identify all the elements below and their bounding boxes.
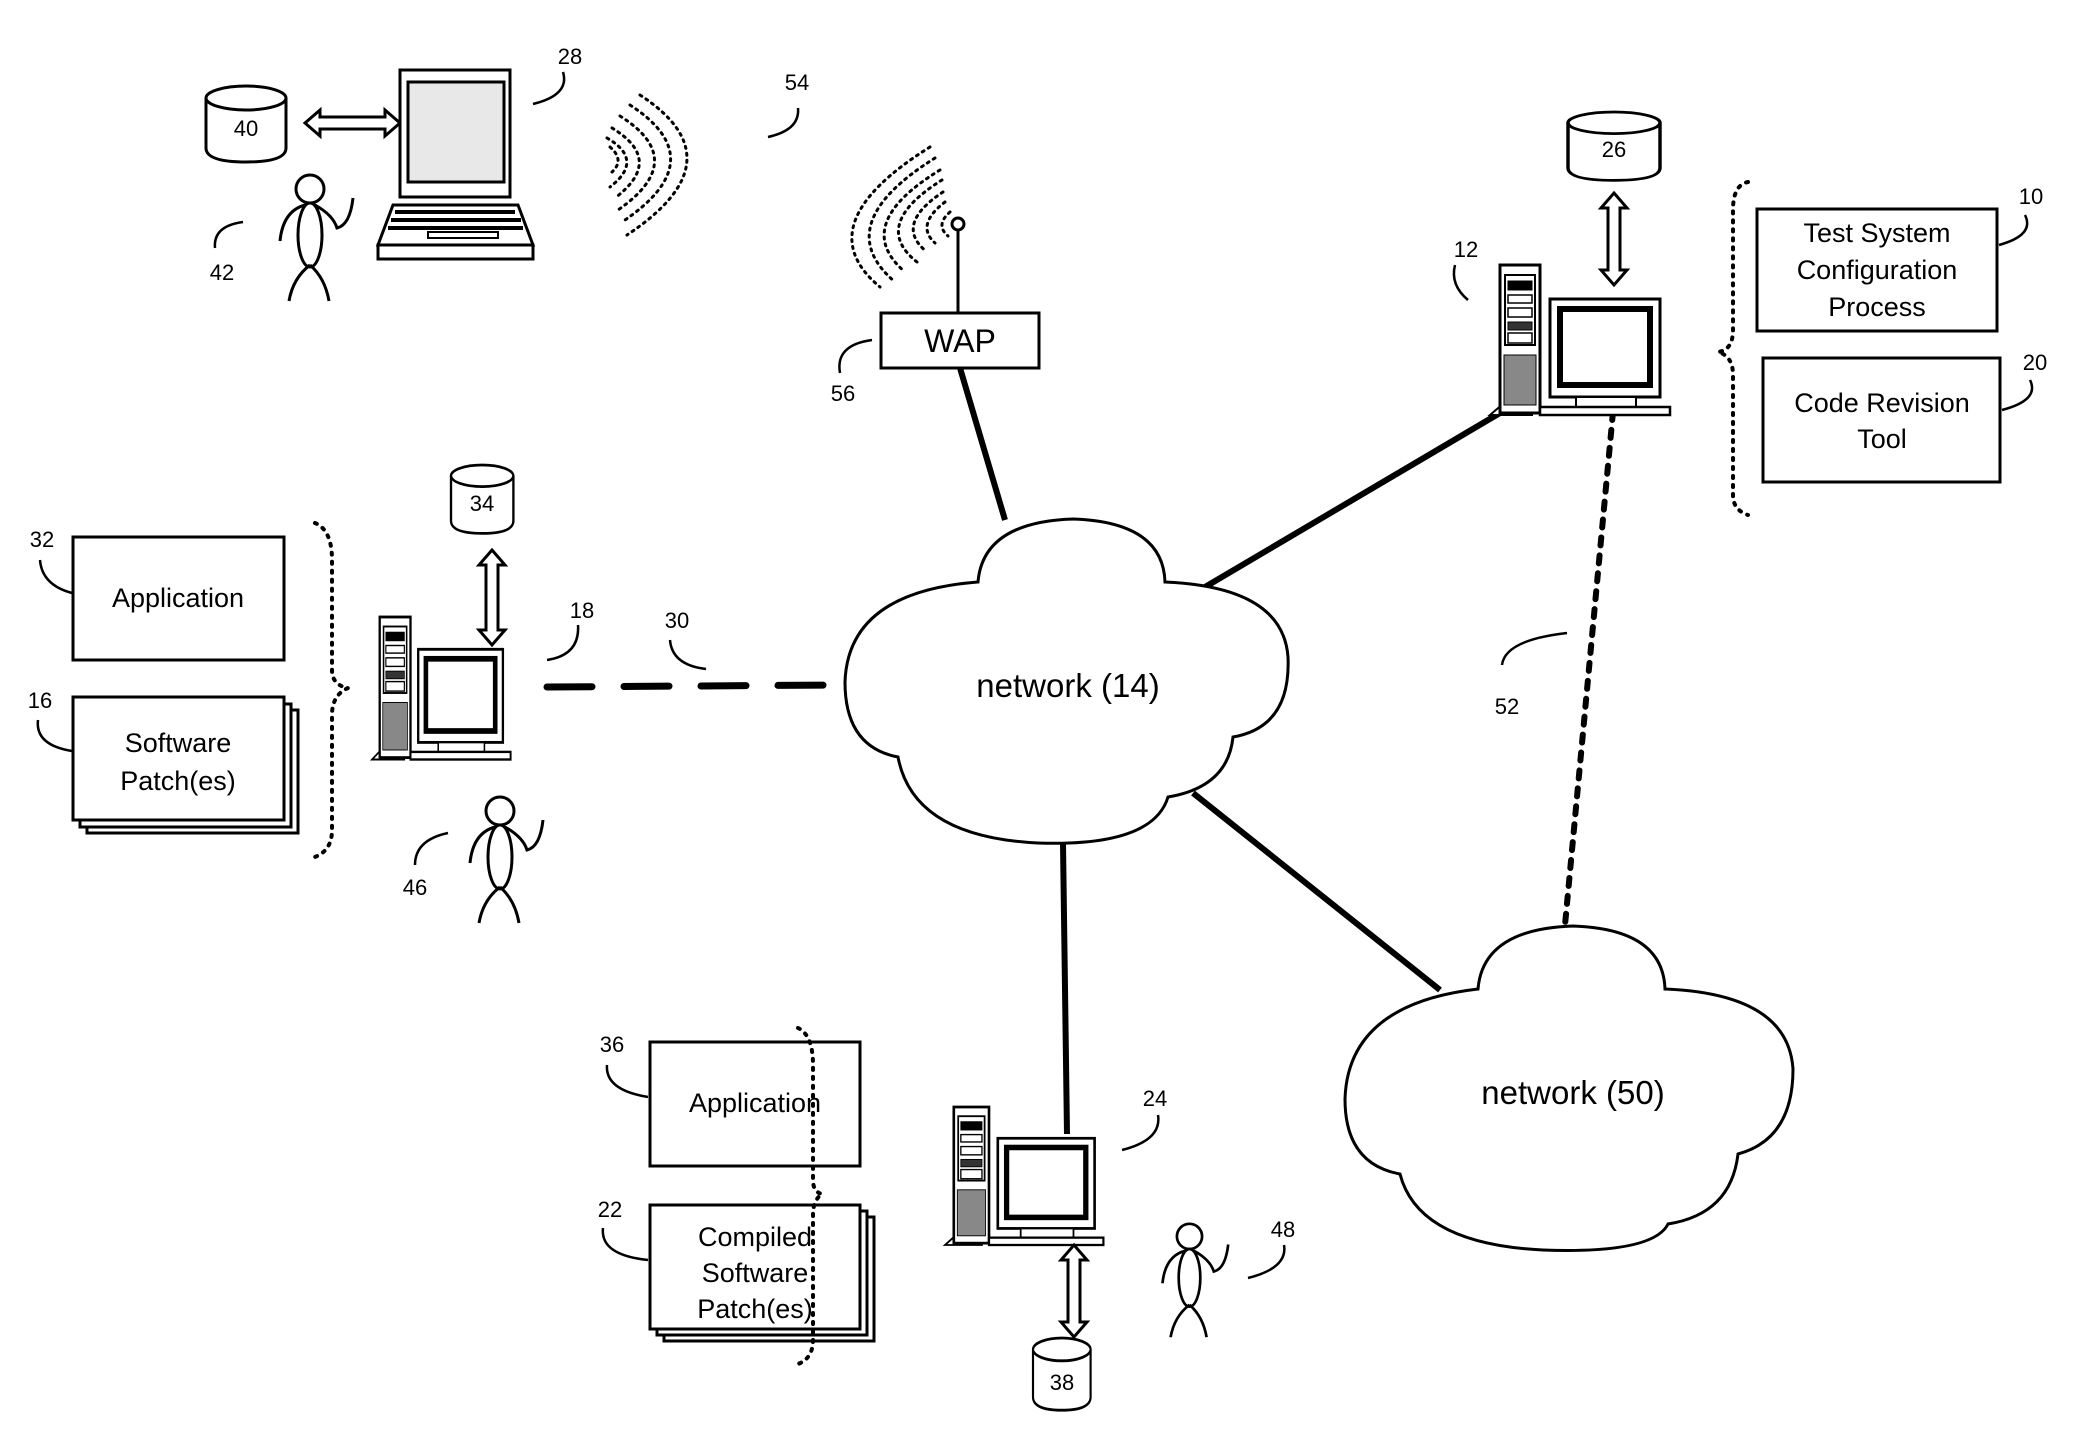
- double-arrow-icon: [1057, 1242, 1091, 1340]
- double-arrow-icon: [475, 547, 509, 648]
- network-50-cloud[interactable]: network (50): [1343, 924, 1795, 1252]
- leader-42: [213, 220, 244, 249]
- network-14-label: network (14): [976, 667, 1159, 704]
- brace-left: [310, 521, 355, 860]
- box-22-line-1: Compiled: [698, 1222, 812, 1252]
- box-16-line-2: Patch(es): [120, 766, 236, 796]
- ref-30: 30: [665, 608, 689, 633]
- leader-56: [838, 338, 873, 374]
- link-server12-network50-dotted: [1562, 409, 1616, 928]
- leader-18: [546, 624, 580, 662]
- leader-22: [601, 1227, 649, 1262]
- ref-10: 10: [2019, 184, 2043, 209]
- box-16-line-1: Software: [125, 728, 232, 758]
- ref-18: 18: [570, 598, 594, 623]
- user-48: [1161, 1222, 1230, 1339]
- leader-48: [1247, 1244, 1286, 1280]
- leader-54: [767, 107, 800, 139]
- link-server12-network14: [1203, 407, 1507, 590]
- ref-42: 42: [210, 260, 234, 285]
- ref-52: 52: [1495, 694, 1519, 719]
- ref-16: 16: [28, 688, 52, 713]
- box-22-line-3: Patch(es): [697, 1294, 813, 1324]
- network-diagram: network (14) network (50) 40 28 42 54 WA…: [28, 44, 2047, 1412]
- leader-32: [38, 559, 73, 595]
- link-network14-computer24: [1060, 842, 1070, 1135]
- database-34: 34: [449, 463, 515, 535]
- laptop-28[interactable]: [375, 68, 536, 261]
- wap-label: WAP: [924, 323, 996, 359]
- ref-54: 54: [785, 70, 809, 95]
- link-wap-network14: [957, 367, 1008, 521]
- leader-16: [36, 719, 73, 753]
- ref-24: 24: [1143, 1086, 1167, 1111]
- ref-32: 32: [30, 527, 54, 552]
- wap-56[interactable]: WAP: [850, 145, 1041, 370]
- network-14-cloud[interactable]: network (14): [843, 517, 1290, 845]
- computer-24[interactable]: [945, 1107, 1103, 1245]
- double-arrow-icon: [302, 106, 403, 140]
- database-38-label: 38: [1050, 1370, 1074, 1395]
- leader-10: [1998, 214, 2029, 247]
- ref-12: 12: [1454, 237, 1478, 262]
- box-code-revision-tool[interactable]: Code Revision Tool: [1761, 356, 2002, 484]
- box-application-32[interactable]: Application: [71, 535, 286, 662]
- box-20-line-2: Tool: [1857, 424, 1907, 454]
- database-38: 38: [1031, 1336, 1093, 1412]
- box-20-line-1: Code Revision: [1794, 388, 1970, 418]
- box-32-label: Application: [112, 583, 244, 613]
- ref-56: 56: [831, 381, 855, 406]
- network-50-label: network (50): [1481, 1074, 1664, 1111]
- box-software-patch-16[interactable]: Software Patch(es): [71, 695, 300, 835]
- box-compiled-software-patch-22[interactable]: Compiled Software Patch(es): [648, 1203, 876, 1343]
- ref-20: 20: [2023, 350, 2047, 375]
- box-application-36[interactable]: Application: [648, 1040, 862, 1168]
- leader-20: [2001, 379, 2034, 412]
- ref-46: 46: [403, 875, 427, 900]
- database-34-label: 34: [470, 491, 494, 516]
- user-42: [278, 173, 355, 303]
- box-10-line-3: Process: [1828, 292, 1926, 322]
- leader-30: [668, 639, 707, 671]
- leader-46: [413, 831, 449, 866]
- ref-36: 36: [600, 1032, 624, 1057]
- box-10-line-1: Test System: [1803, 218, 1950, 248]
- ref-22: 22: [598, 1197, 622, 1222]
- leader-12: [1452, 264, 1469, 301]
- database-26-label: 26: [1602, 137, 1626, 162]
- leader-52: [1500, 631, 1568, 666]
- double-arrow-icon: [1597, 190, 1631, 288]
- link-computer18-network14-dashed: [543, 681, 846, 691]
- database-40: 40: [204, 84, 288, 164]
- server-12[interactable]: [1490, 265, 1670, 415]
- box-36-label: Application: [689, 1088, 821, 1118]
- ref-48: 48: [1271, 1217, 1295, 1242]
- database-40-label: 40: [234, 116, 258, 141]
- wireless-signal-laptop-icon: [605, 93, 689, 237]
- brace-right: [1717, 180, 1750, 517]
- box-test-system-configuration[interactable]: Test System Configuration Process: [1755, 207, 1999, 333]
- wireless-signal-wap-icon: [850, 145, 952, 289]
- user-46: [468, 795, 545, 925]
- box-10-line-2: Configuration: [1797, 255, 1958, 285]
- box-22-line-2: Software: [702, 1258, 809, 1288]
- leader-28: [532, 71, 566, 106]
- ref-28: 28: [558, 44, 582, 69]
- leader-36: [605, 1064, 649, 1099]
- link-network14-network50: [1191, 790, 1442, 993]
- database-26: 26: [1566, 110, 1662, 183]
- leader-24: [1121, 1114, 1160, 1152]
